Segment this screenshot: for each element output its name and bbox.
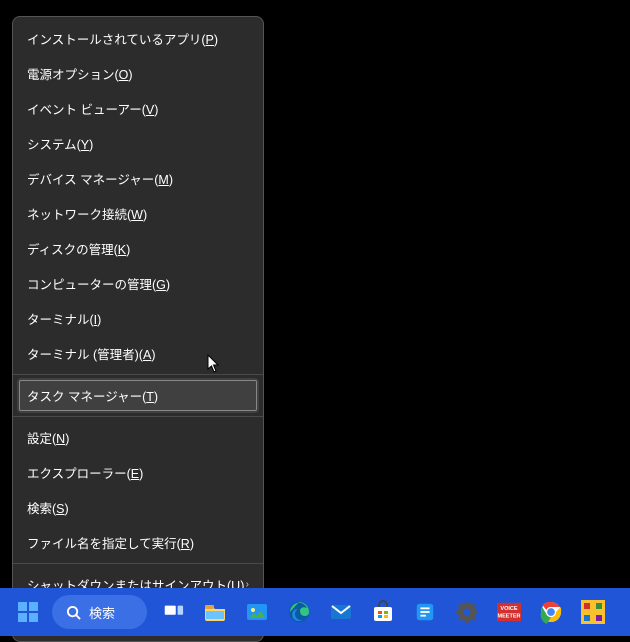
edge-taskbar-button[interactable] — [279, 592, 319, 632]
menu-item-label: タスク マネージャー(T) — [27, 386, 158, 405]
voicemeeter-taskbar-button[interactable]: VOICE MEETER — [489, 592, 529, 632]
menu-separator — [13, 416, 263, 417]
task-view-taskbar-button[interactable] — [153, 592, 193, 632]
mail-icon — [329, 600, 353, 624]
menu-item-label: イベント ビューアー(V) — [27, 99, 158, 118]
search-icon — [66, 605, 81, 620]
menu-item-settings[interactable]: 設定(N) — [13, 420, 263, 455]
menu-item-label: インストールされているアプリ(P) — [27, 29, 218, 48]
app-yellow-taskbar-button[interactable] — [573, 592, 613, 632]
menu-item-label: コンピューターの管理(G) — [27, 274, 170, 293]
menu-item-label: 検索(S) — [27, 498, 69, 517]
menu-item-run[interactable]: ファイル名を指定して実行(R) — [13, 525, 263, 560]
menu-item-power-options[interactable]: 電源オプション(O) — [13, 56, 263, 91]
task-view-icon — [161, 600, 185, 624]
photos-icon — [245, 600, 269, 624]
menu-item-label: ネットワーク接続(W) — [27, 204, 147, 223]
settings-gear-taskbar-button[interactable] — [447, 592, 487, 632]
photos-taskbar-button[interactable] — [237, 592, 277, 632]
menu-item-label: 設定(N) — [27, 428, 69, 447]
menu-item-system[interactable]: システム(Y) — [13, 126, 263, 161]
taskbar: 検索 VOICE MEETER — [0, 588, 630, 636]
svg-text:VOICE: VOICE — [500, 606, 517, 612]
start-button[interactable] — [10, 594, 46, 630]
menu-item-label: ターミナル(I) — [27, 309, 101, 328]
menu-item-label: デバイス マネージャー(M) — [27, 169, 173, 188]
menu-item-disk-management[interactable]: ディスクの管理(K) — [13, 231, 263, 266]
app-blue-taskbar-button[interactable] — [405, 592, 445, 632]
winx-context-menu: インストールされているアプリ(P) 電源オプション(O) イベント ビューアー(V)… — [12, 16, 264, 642]
menu-item-event-viewer[interactable]: イベント ビューアー(V) — [13, 91, 263, 126]
store-taskbar-button[interactable] — [363, 592, 403, 632]
menu-separator — [13, 563, 263, 564]
taskbar-search[interactable]: 検索 — [52, 595, 147, 629]
menu-item-label: ディスクの管理(K) — [27, 239, 130, 258]
menu-item-installed-apps[interactable]: インストールされているアプリ(P) — [13, 21, 263, 56]
svg-text:MEETER: MEETER — [498, 614, 521, 620]
chrome-taskbar-button[interactable] — [531, 592, 571, 632]
menu-item-label: ターミナル (管理者)(A) — [27, 344, 155, 363]
menu-separator — [13, 374, 263, 375]
menu-item-label: ファイル名を指定して実行(R) — [27, 533, 194, 552]
app-yellow-icon — [581, 600, 605, 624]
menu-item-label: エクスプローラー(E) — [27, 463, 143, 482]
menu-item-terminal-admin[interactable]: ターミナル (管理者)(A) — [13, 336, 263, 371]
store-icon — [371, 600, 395, 624]
edge-icon — [287, 600, 311, 624]
menu-item-network-connections[interactable]: ネットワーク接続(W) — [13, 196, 263, 231]
app-blue-icon — [413, 600, 437, 624]
mail-taskbar-button[interactable] — [321, 592, 361, 632]
menu-item-search[interactable]: 検索(S) — [13, 490, 263, 525]
menu-item-terminal[interactable]: ターミナル(I) — [13, 301, 263, 336]
search-label: 検索 — [89, 603, 115, 622]
chrome-icon — [539, 600, 563, 624]
menu-item-task-manager[interactable]: タスク マネージャー(T) — [17, 378, 259, 413]
menu-item-label: 電源オプション(O) — [27, 64, 133, 83]
menu-item-device-manager[interactable]: デバイス マネージャー(M) — [13, 161, 263, 196]
file-explorer-icon — [203, 600, 227, 624]
menu-item-computer-management[interactable]: コンピューターの管理(G) — [13, 266, 263, 301]
menu-item-file-explorer[interactable]: エクスプローラー(E) — [13, 455, 263, 490]
menu-item-label: システム(Y) — [27, 134, 93, 153]
voicemeeter-icon: VOICE MEETER — [497, 600, 521, 624]
windows-logo-icon — [18, 602, 38, 622]
file-explorer-taskbar-button[interactable] — [195, 592, 235, 632]
settings-gear-icon — [455, 600, 479, 624]
